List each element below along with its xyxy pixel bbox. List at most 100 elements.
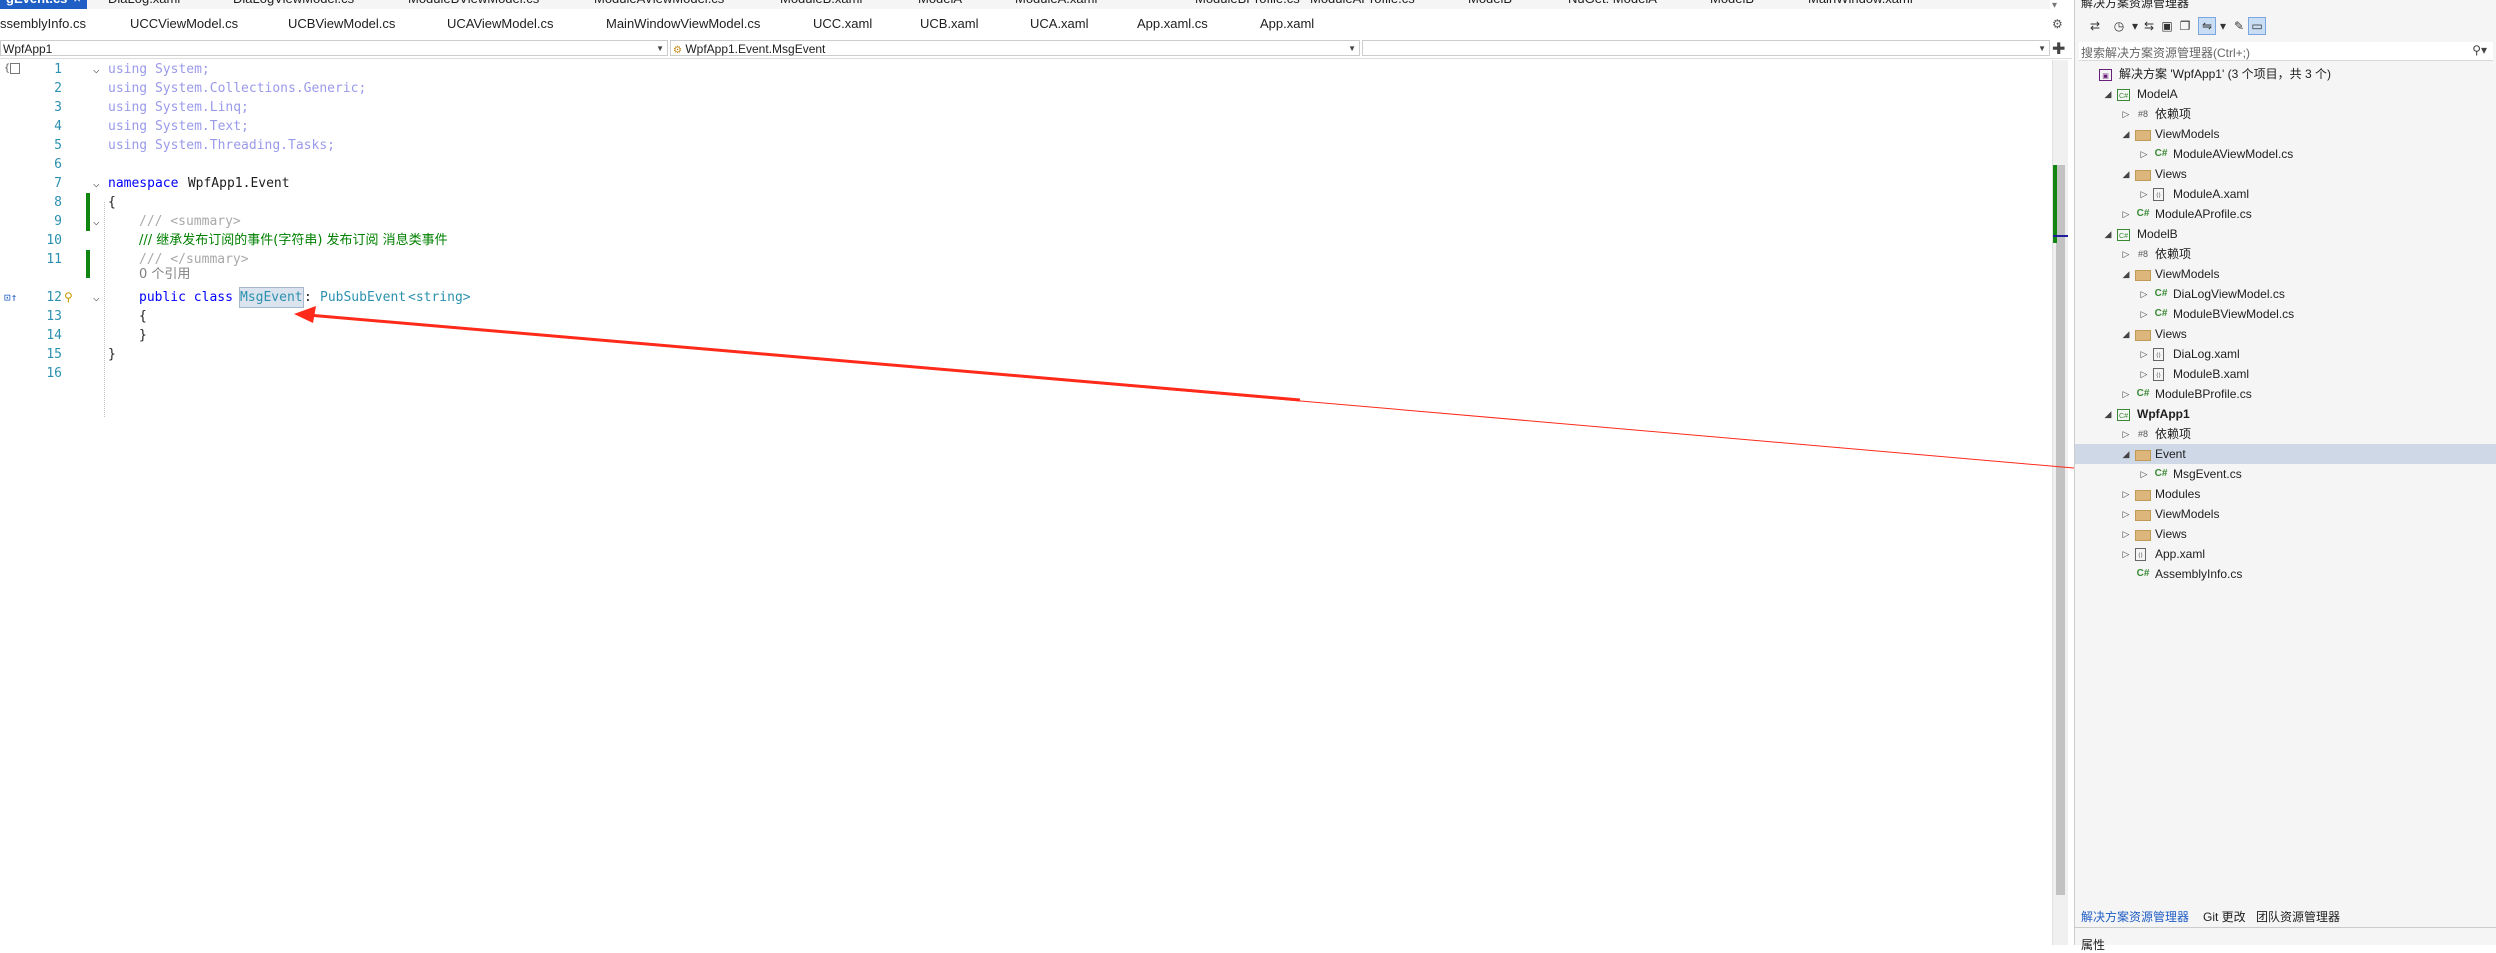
tree-item[interactable]: ▷ #8 依赖项 [2075, 104, 2496, 124]
tree-item-label: App.xaml [2155, 547, 2206, 561]
dropdown-arrow-icon[interactable]: ▾ [2215, 18, 2231, 34]
tree-item[interactable]: ▷ C# MsgEvent.cs [2075, 464, 2496, 484]
refresh-icon[interactable]: ▣ [2159, 18, 2175, 34]
tree-item-label: 依赖项 [2155, 107, 2192, 121]
preview-icon[interactable]: ▭ [2248, 17, 2266, 35]
tree-item[interactable]: ◢ C# WpfApp1 [2075, 404, 2496, 424]
tree-item-label: AssemblyInfo.cs [2155, 567, 2243, 581]
folder-icon [2135, 330, 2151, 341]
history-icon[interactable]: ◷ [2111, 18, 2127, 34]
collapsed-arrow-icon[interactable]: ▷ [2139, 184, 2149, 204]
tree-item-label: WpfApp1 [2137, 407, 2190, 421]
collapsed-arrow-icon[interactable]: ▷ [2121, 544, 2131, 564]
tree-item[interactable]: ▷ C# ModuleBViewModel.cs [2075, 304, 2496, 324]
tree-item-label: ViewModels [2155, 267, 2220, 281]
tree-item[interactable]: ▷ C# DiaLogViewModel.cs [2075, 284, 2496, 304]
tree-item[interactable]: ▷ ⟨⟩ ModuleA.xaml [2075, 184, 2496, 204]
pending-changes-icon[interactable]: ⇆ [2141, 18, 2157, 34]
xaml-file-icon: ⟨⟩ [2153, 188, 2164, 201]
collapsed-arrow-icon[interactable]: ▷ [2139, 304, 2149, 324]
expanded-arrow-icon[interactable]: ◢ [2121, 164, 2131, 184]
tree-item[interactable]: ◢ C# ModelB [2075, 224, 2496, 244]
tree-item[interactable]: ◢ C# ModelA [2075, 84, 2496, 104]
tree-item-label: 依赖项 [2155, 247, 2192, 261]
collapsed-arrow-icon[interactable]: ▷ [2121, 204, 2131, 224]
collapsed-arrow-icon[interactable]: ▷ [2121, 104, 2131, 124]
tree-item[interactable]: ◢ Event [2075, 444, 2496, 464]
collapsed-arrow-icon[interactable]: ▷ [2139, 464, 2149, 484]
tree-item-label: ModuleAProfile.cs [2155, 207, 2252, 221]
tree-item[interactable]: ▷ ViewModels [2075, 504, 2496, 524]
xaml-file-icon: ⟨⟩ [2153, 348, 2164, 361]
tree-item-label: Views [2155, 167, 2187, 181]
project-icon: C# [2117, 229, 2130, 241]
collapsed-arrow-icon[interactable]: ▷ [2121, 424, 2131, 444]
solution-search-input[interactable]: 搜索解决方案资源管理器(Ctrl+;) ⚲▾ [2079, 42, 2493, 61]
collapsed-arrow-icon[interactable]: ▷ [2139, 284, 2149, 304]
collapsed-arrow-icon[interactable]: ▷ [2121, 384, 2131, 404]
csharp-file-icon: C# [2154, 308, 2168, 319]
expanded-arrow-icon[interactable]: ◢ [2121, 444, 2131, 464]
tab-git-changes[interactable]: Git 更改 [2203, 908, 2246, 925]
folder-icon [2135, 270, 2151, 281]
tree-item-label: 依赖项 [2155, 427, 2192, 441]
solution-explorer-panel: 解决方案资源管理器 ⇄ ◷ ▾ ⇆ ▣ ❐ ⇋ ▾ ✎ ▭ 搜索解决方案资源管理… [2074, 0, 2496, 952]
properties-wrench-icon[interactable]: ✎ [2231, 18, 2247, 34]
bottom-tab-strip: 解决方案资源管理器 Git 更改 团队资源管理器 [2075, 905, 2496, 925]
tree-item-label: Views [2155, 327, 2187, 341]
expanded-arrow-icon[interactable]: ◢ [2103, 404, 2113, 424]
tree-item[interactable]: ▷ Views [2075, 524, 2496, 544]
tree-item[interactable]: ▷ #8 依赖项 [2075, 424, 2496, 444]
tree-item[interactable]: ◢ ViewModels [2075, 264, 2496, 284]
collapsed-arrow-icon[interactable]: ▷ [2139, 364, 2149, 384]
tree-item-label: 解决方案 'WpfApp1' (3 个项目，共 3 个) [2119, 67, 2331, 81]
collapsed-arrow-icon[interactable]: ▷ [2121, 524, 2131, 544]
tree-item-label: ModelB [2137, 227, 2178, 241]
expanded-arrow-icon[interactable]: ◢ [2121, 124, 2131, 144]
tree-item[interactable]: ▷ ⟨⟩ DiaLog.xaml [2075, 344, 2496, 364]
arrow-line-thick [307, 313, 1301, 402]
collapsed-arrow-icon[interactable]: ▷ [2121, 484, 2131, 504]
collapsed-arrow-icon[interactable]: ▷ [2121, 244, 2131, 264]
folder-icon [2135, 510, 2151, 521]
tab-team-explorer[interactable]: 团队资源管理器 [2256, 908, 2340, 925]
tree-item[interactable]: ◢ Views [2075, 164, 2496, 184]
tree-item[interactable]: ◢ Views [2075, 324, 2496, 344]
tree-item[interactable]: ▷ ⟨⟩ App.xaml [2075, 544, 2496, 564]
dependencies-icon: #8 [2137, 249, 2148, 259]
tree-item[interactable]: ▣ 解决方案 'WpfApp1' (3 个项目，共 3 个) [2075, 64, 2496, 84]
show-active-document-icon[interactable]: ⇋ [2198, 17, 2216, 35]
collapsed-arrow-icon[interactable]: ▷ [2121, 504, 2131, 524]
tree-item[interactable]: ▷ Modules [2075, 484, 2496, 504]
xaml-file-icon: ⟨⟩ [2153, 368, 2164, 381]
folder-icon [2135, 130, 2151, 141]
collapsed-arrow-icon[interactable]: ▷ [2139, 344, 2149, 364]
tree-item-label: Event [2155, 447, 2186, 461]
collapsed-arrow-icon[interactable]: ▷ [2139, 144, 2149, 164]
sync-icon[interactable]: ⇄ [2087, 18, 2103, 34]
tree-item-label: MsgEvent.cs [2173, 467, 2242, 481]
collapse-all-icon[interactable]: ❐ [2177, 18, 2193, 34]
expanded-arrow-icon[interactable]: ◢ [2121, 264, 2131, 284]
tree-item[interactable]: ▷ #8 依赖项 [2075, 244, 2496, 264]
expanded-arrow-icon[interactable]: ◢ [2103, 84, 2113, 104]
folder-icon [2135, 450, 2151, 461]
folder-icon [2135, 490, 2151, 501]
tab-solution-explorer[interactable]: 解决方案资源管理器 [2081, 908, 2189, 925]
xaml-file-icon: ⟨⟩ [2135, 548, 2146, 561]
tree-item[interactable]: ▷ C# ModuleBProfile.cs [2075, 384, 2496, 404]
search-icon[interactable]: ⚲▾ [2472, 43, 2487, 57]
tree-item[interactable]: C# AssemblyInfo.cs [2075, 564, 2496, 584]
solution-explorer-toolbar: ⇄ ◷ ▾ ⇆ ▣ ❐ ⇋ ▾ ✎ ▭ [2075, 14, 2496, 38]
tree-item-label: DiaLogViewModel.cs [2173, 287, 2285, 301]
tree-item-label: ModuleB.xaml [2173, 367, 2250, 381]
tree-item-label: ModelA [2137, 87, 2178, 101]
tree-item[interactable]: ▷ ⟨⟩ ModuleB.xaml [2075, 364, 2496, 384]
panel-title: 解决方案资源管理器 [2081, 0, 2190, 10]
tree-item-label: Views [2155, 527, 2187, 541]
tree-item[interactable]: ◢ ViewModels [2075, 124, 2496, 144]
tree-item[interactable]: ▷ C# ModuleAViewModel.cs [2075, 144, 2496, 164]
expanded-arrow-icon[interactable]: ◢ [2103, 224, 2113, 244]
tree-item[interactable]: ▷ C# ModuleAProfile.cs [2075, 204, 2496, 224]
expanded-arrow-icon[interactable]: ◢ [2121, 324, 2131, 344]
